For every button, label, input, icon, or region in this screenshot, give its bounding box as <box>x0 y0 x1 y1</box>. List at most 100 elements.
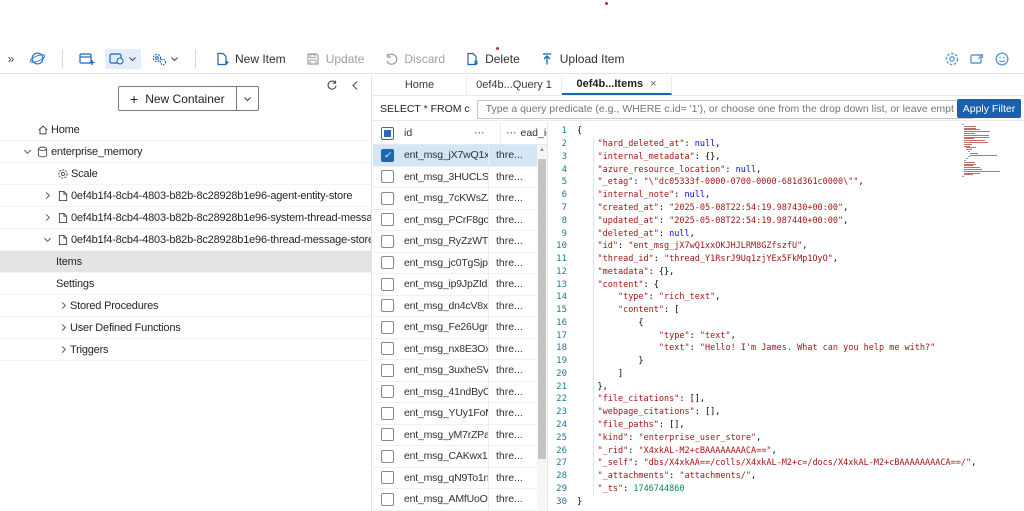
row-checkbox[interactable] <box>381 471 394 484</box>
row-checkbox[interactable] <box>381 364 394 377</box>
upload-item-button[interactable]: Upload Item <box>530 44 635 73</box>
tab-home[interactable]: Home <box>373 75 467 95</box>
editor-line[interactable]: 9 "deleted_at": null, <box>549 227 962 240</box>
editor-line[interactable]: 27 "_self": "dbs/X4xkAA==/colls/X4xkAL-M… <box>549 457 962 470</box>
document-row[interactable]: ent_msg_dn4cV8xd1rt...thre... <box>373 296 537 318</box>
scrollbar-thumb[interactable] <box>538 159 546 459</box>
document-row[interactable]: ent_msg_AMfUoOQ2...thre... <box>373 489 537 511</box>
editor-line[interactable]: 2 "hard_deleted_at": null, <box>549 138 962 151</box>
editor-line[interactable]: 25 "kind": "enterprise_user_store", <box>549 431 962 444</box>
editor-line[interactable]: 26 "_rid": "X4xkAL-M2+cBAAAAAAAACA==", <box>549 444 962 457</box>
document-row[interactable]: ent_msg_Fe26Ugm8Z...thre... <box>373 317 537 339</box>
row-checkbox[interactable]: ✓ <box>381 149 394 162</box>
editor-line[interactable]: 24 "file_paths": [], <box>549 419 962 432</box>
tree-chevron-icon[interactable] <box>40 235 54 244</box>
select-all-checkbox[interactable] <box>381 127 394 140</box>
editor-line[interactable]: 29 "_ts": 1746744860 <box>549 482 962 495</box>
editor-line[interactable]: 13 "content": { <box>549 278 962 291</box>
document-row[interactable]: ent_msg_3uxheSVMK...thre... <box>373 360 537 382</box>
row-checkbox[interactable] <box>381 256 394 269</box>
row-checkbox[interactable] <box>381 385 394 398</box>
row-checkbox[interactable] <box>381 278 394 291</box>
id-column-menu-icon[interactable]: ⋯ <box>474 127 500 139</box>
partition-key-column-header[interactable]: ⋯ ead_id <box>500 122 547 144</box>
tree-item-0ef4b1f4-8cb4-4803-b82b-8c28928b1e96-thr[interactable]: 0ef4b1f4-8cb4-4803-b82b-8c28928b1e96-thr… <box>0 229 371 251</box>
expand-panel-icon[interactable]: » <box>0 52 22 66</box>
document-row[interactable]: ent_msg_nx8E3OxEzjz...thre... <box>373 339 537 361</box>
tree-item-enterprise-memory[interactable]: enterprise_memory <box>0 141 371 163</box>
row-checkbox[interactable] <box>381 192 394 205</box>
open-new-window-icon[interactable] <box>969 51 985 67</box>
id-column-header[interactable]: id <box>404 127 474 139</box>
row-checkbox[interactable] <box>381 321 394 334</box>
document-row[interactable]: ent_msg_RyZzWT6mo...thre... <box>373 231 537 253</box>
tree-chevron-icon[interactable] <box>56 323 70 332</box>
editor-line[interactable]: 19 } <box>549 355 962 368</box>
editor-line[interactable]: 14 "type": "rich_text", <box>549 291 962 304</box>
collapse-panel-icon[interactable] <box>351 80 359 91</box>
tree-chevron-icon[interactable] <box>56 345 70 354</box>
editor-line[interactable]: 12 "metadata": {}, <box>549 265 962 278</box>
tree-item-user-defined-functions[interactable]: User Defined Functions <box>0 317 371 339</box>
row-checkbox[interactable] <box>381 213 394 226</box>
editor-line[interactable]: 16 { <box>549 316 962 329</box>
editor-line[interactable]: 21 }, <box>549 380 962 393</box>
row-checkbox[interactable] <box>381 235 394 248</box>
document-row[interactable]: ent_msg_qN9To1n8V...thre... <box>373 468 537 490</box>
apply-filter-button[interactable]: Apply Filter <box>957 99 1021 118</box>
discard-button[interactable]: Discard <box>374 44 455 73</box>
row-checkbox[interactable] <box>381 450 394 463</box>
row-checkbox[interactable] <box>381 342 394 355</box>
tree-chevron-icon[interactable] <box>40 213 54 222</box>
document-row[interactable]: ent_msg_yM7rZPaWw...thre... <box>373 425 537 447</box>
close-tab-icon[interactable]: × <box>650 78 656 90</box>
editor-line[interactable]: 23 "webpage_citations": [], <box>549 406 962 419</box>
row-checkbox[interactable] <box>381 428 394 441</box>
row-checkbox[interactable] <box>381 170 394 183</box>
query-predicate-input[interactable] <box>477 100 975 119</box>
tree-chevron-icon[interactable] <box>20 147 34 156</box>
tree-item-0ef4b1f4-8cb4-4803-b82b-8c28928b1e96-sys[interactable]: 0ef4b1f4-8cb4-4803-b82b-8c28928b1e96-sys… <box>0 207 371 229</box>
document-row[interactable]: ent_msg_3HUCLSlz1L...thre... <box>373 167 537 189</box>
scroll-up-icon[interactable]: ▲ <box>537 145 547 155</box>
document-row[interactable]: ent_msg_jc0TgSjpYON...thre... <box>373 253 537 275</box>
editor-line[interactable]: 30} <box>549 495 962 508</box>
update-button[interactable]: Update <box>296 44 375 73</box>
row-checkbox[interactable] <box>381 407 394 420</box>
new-item-button[interactable]: New Item <box>205 44 296 73</box>
editor-line[interactable]: 1{ <box>549 125 962 138</box>
tree-chevron-icon[interactable] <box>56 301 70 310</box>
new-container-icon[interactable] <box>105 49 141 69</box>
tree-chevron-icon[interactable] <box>40 191 54 200</box>
row-checkbox[interactable] <box>381 299 394 312</box>
delete-button[interactable]: Delete <box>455 44 530 73</box>
document-row[interactable]: ent_msg_PCrF8goCAt...thre... <box>373 210 537 232</box>
tree-item-scale[interactable]: Scale <box>0 163 371 185</box>
tree-item-stored-procedures[interactable]: Stored Procedures <box>0 295 371 317</box>
tab-query-1[interactable]: 0ef4b...Query 1 <box>467 75 562 95</box>
settings-gears-icon[interactable] <box>147 49 183 69</box>
document-row[interactable]: ✓ent_msg_jX7wQ1xxO...thre... <box>373 145 537 167</box>
editor-line[interactable]: 4 "azure_resource_location": null, <box>549 163 962 176</box>
new-container-dropdown[interactable] <box>236 87 258 110</box>
editor-line[interactable]: 28 "_attachments": "attachments/", <box>549 470 962 483</box>
editor-line[interactable]: 11 "thread_id": "thread_Y1RsrJ9Uq1zjYEx5… <box>549 253 962 266</box>
tree-item-0ef4b1f4-8cb4-4803-b82b-8c28928b1e96-age[interactable]: 0ef4b1f4-8cb4-4803-b82b-8c28928b1e96-age… <box>0 185 371 207</box>
editor-line[interactable]: 10 "id": "ent_msg_jX7wQ1xxOKJHJLRM8GZfsz… <box>549 240 962 253</box>
tree-item-home[interactable]: Home <box>0 119 371 141</box>
new-container-button[interactable]: + New Container <box>119 87 236 110</box>
editor-line[interactable]: 18 "text": "Hello! I'm James. What can y… <box>549 342 962 355</box>
global-settings-icon[interactable] <box>944 51 960 67</box>
document-json-editor[interactable]: 1{2 "hard_deleted_at": null,3 "internal_… <box>549 122 1024 511</box>
editor-line[interactable]: 20 ] <box>549 368 962 381</box>
document-row[interactable]: ent_msg_YUy1FoMai...thre... <box>373 403 537 425</box>
tree-item-triggers[interactable]: Triggers <box>0 339 371 361</box>
tree-item-items[interactable]: Items <box>0 251 371 273</box>
tree-item-settings[interactable]: Settings <box>0 273 371 295</box>
tab-items[interactable]: 0ef4b...Items × <box>562 75 672 95</box>
document-row[interactable]: ent_msg_ip9JpZIdEHk...thre... <box>373 274 537 296</box>
editor-line[interactable]: 6 "internal_note": null, <box>549 189 962 202</box>
feedback-smiley-icon[interactable] <box>994 51 1010 67</box>
document-row[interactable]: ent_msg_7cKWsZARC...thre... <box>373 188 537 210</box>
editor-line[interactable]: 17 "type": "text", <box>549 329 962 342</box>
